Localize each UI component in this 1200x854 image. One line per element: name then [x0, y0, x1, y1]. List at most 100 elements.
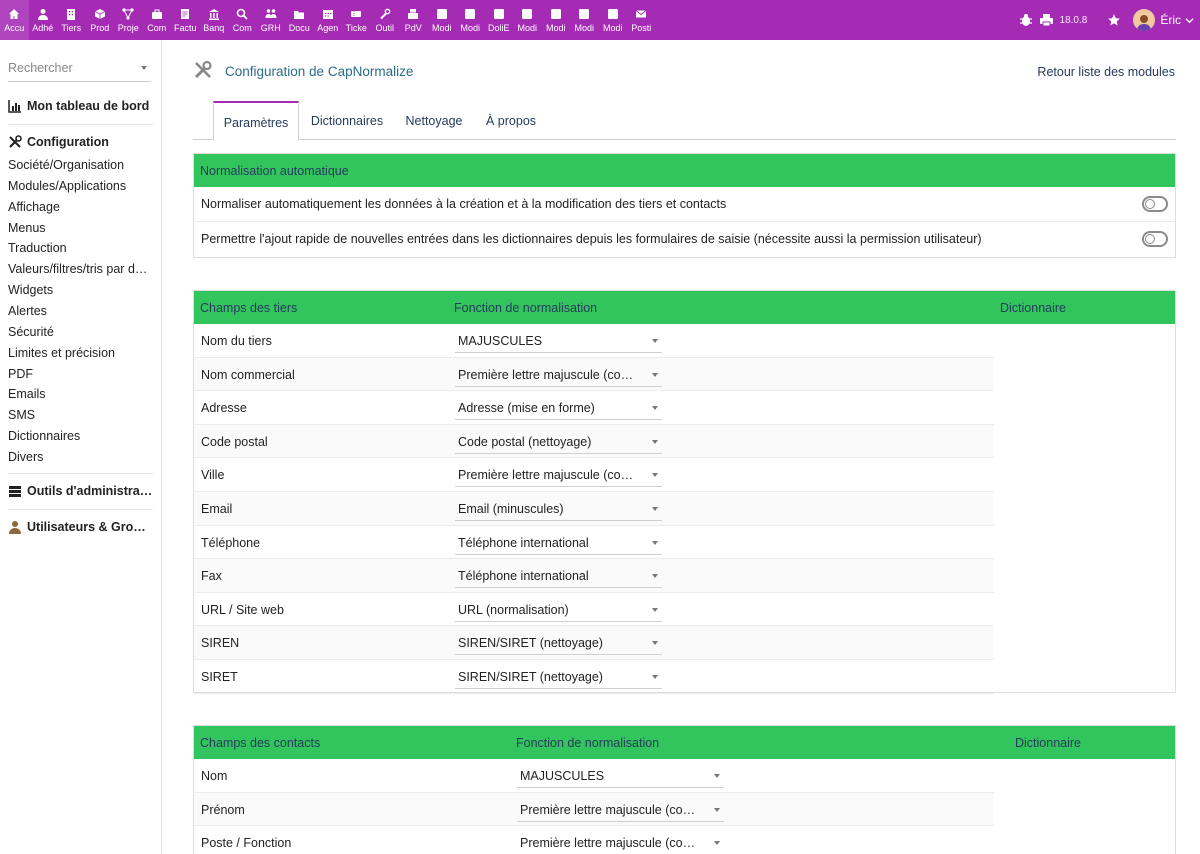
topmenu-item[interactable]: Prod [86, 0, 115, 40]
topmenu-item[interactable]: Ticke [342, 0, 371, 40]
normalisation-function-select[interactable]: SIREN/SIRET (nettoyage) [455, 632, 662, 656]
table-row: Nom du tiers MAJUSCULES [194, 324, 994, 358]
sidebar-separator [8, 124, 153, 125]
user-menu[interactable]: Éric [1133, 9, 1194, 31]
sidebar-config-item[interactable]: Modules/Applications [8, 179, 153, 193]
contact-fields-table: Champs des contacts Fonction de normalis… [193, 725, 1176, 854]
cash-register-icon [408, 9, 419, 19]
normalisation-function-select[interactable]: Première lettre majuscule (composés) [455, 364, 662, 387]
topmenu-item[interactable]: Adhé [29, 0, 58, 40]
sidebar-config-item[interactable]: Valeurs/filtres/tris par défaut [8, 262, 153, 276]
module-icon [465, 9, 476, 19]
toggle-switch[interactable] [1142, 231, 1168, 247]
tab-nettoyage[interactable]: Nettoyage [397, 101, 471, 140]
topmenu-item[interactable]: Modi [570, 0, 599, 40]
sidebar-config-item[interactable]: PDF [8, 367, 153, 381]
topmenu-item[interactable]: Outil [371, 0, 400, 40]
calendar-icon [322, 10, 333, 19]
back-to-modules-link[interactable]: Retour liste des modules [1037, 65, 1175, 79]
member-icon [37, 9, 48, 20]
normalisation-function-select[interactable]: MAJUSCULES [517, 765, 724, 788]
module-icon [607, 9, 618, 19]
sidebar-config-item[interactable]: Sécurité [8, 325, 153, 339]
tools-icon [194, 60, 212, 79]
field-label: Ville [201, 468, 225, 483]
topmenu-item[interactable]: Com [143, 0, 172, 40]
star-icon[interactable] [1107, 13, 1121, 27]
tab-parametres[interactable]: Paramètres [213, 101, 299, 141]
topmenu-label: Modi [431, 23, 452, 33]
normalisation-function-select[interactable]: Email (minuscules) [455, 498, 662, 521]
topmenu-item[interactable]: GRH [257, 0, 286, 40]
table-row: Poste / Fonction Première lettre majuscul… [194, 826, 994, 854]
topmenu-item[interactable]: Com [228, 0, 257, 40]
topmenu-item[interactable]: DoliE [485, 0, 514, 40]
select-value: Première lettre majuscule (composés) [458, 367, 643, 382]
normalisation-function-select[interactable]: Première lettre majuscule (composés) [455, 464, 662, 488]
tab-a-propos[interactable]: À propos [477, 101, 545, 140]
normalisation-function-select[interactable]: URL (normalisation) [455, 599, 662, 622]
topmenu-item[interactable]: Tiers [57, 0, 86, 40]
dropdown-arrow-icon [714, 841, 720, 846]
sidebar-config-item[interactable]: Affichage [8, 200, 153, 214]
normalisation-function-select[interactable]: MAJUSCULES [455, 330, 662, 353]
sidebar-admin-tools[interactable]: Outils d'administration [8, 484, 153, 498]
topmenu-item[interactable]: PdV [399, 0, 428, 40]
field-label: SIRET [201, 669, 238, 684]
topmenu-item[interactable]: Modi [599, 0, 628, 40]
topmenu-item[interactable]: Banq [200, 0, 229, 40]
dropdown-arrow-icon [652, 339, 658, 343]
topmenu-item[interactable]: Accu [0, 0, 29, 40]
select-value: Adresse (mise en forme) [458, 401, 595, 416]
search-select[interactable]: Rechercher [8, 54, 151, 82]
normalisation-function-select[interactable]: Adresse (mise en forme) [455, 397, 662, 421]
topmenu-item[interactable]: Docu [285, 0, 314, 40]
sidebar-users-groups[interactable]: Utilisateurs & Groupes [8, 520, 153, 534]
normalisation-function-select[interactable]: Première lettre majuscule (composés) [517, 799, 724, 822]
topmenu-item[interactable]: Modi [456, 0, 485, 40]
sidebar-config-item[interactable]: SMS [8, 408, 153, 422]
dropdown-arrow-icon [652, 607, 658, 612]
sidebar-config-item[interactable]: Emails [8, 387, 153, 401]
table-row: Nom commercial Première lettre majuscule … [194, 357, 994, 392]
select-value: SIREN/SIRET (nettoyage) [458, 636, 603, 651]
project-icon [122, 8, 134, 20]
topmenu-item[interactable]: Proje [114, 0, 143, 40]
normalisation-function-select[interactable]: SIREN/SIRET (nettoyage) [455, 666, 662, 689]
sidebar-config-item[interactable]: Dictionnaires [8, 429, 153, 443]
dropdown-arrow-icon [652, 439, 658, 444]
sidebar-config-item[interactable]: Menus [8, 221, 153, 235]
sidebar-config-item[interactable]: Traduction [8, 241, 153, 255]
sidebar-configuration[interactable]: Configuration [8, 135, 153, 149]
topmenu-label: Agen [317, 23, 339, 33]
field-label: Nom [201, 769, 228, 783]
sidebar-config-item[interactable]: Divers [8, 450, 153, 464]
top-menu: Accu Adhé Tiers Prod Proje Com Factu Banq Com GRH… [0, 0, 656, 40]
normalisation-function-select[interactable]: Code postal (nettoyage) [455, 431, 662, 454]
topmenu-item[interactable]: Modi [513, 0, 542, 40]
sidebar-config-item[interactable]: Limites et précision [8, 346, 153, 360]
bug-icon[interactable] [1019, 13, 1033, 27]
normalisation-function-select[interactable]: Téléphone international [455, 532, 662, 555]
topmenu-item[interactable]: Agen [314, 0, 343, 40]
sidebar-config-item[interactable]: Société/Organisation [8, 158, 153, 172]
sidebar-dashboard[interactable]: Mon tableau de bord [8, 99, 153, 113]
topmenu-label: GRH [260, 23, 281, 33]
dropdown-arrow-icon [652, 406, 658, 411]
sidebar-config-item[interactable]: Widgets [8, 283, 153, 297]
tab-dictionnaires[interactable]: Dictionnaires [303, 101, 391, 140]
table-row: SIREN SIREN/SIRET (nettoyage) [194, 626, 994, 660]
normalisation-function-select[interactable]: Première lettre majuscule (composés) [517, 832, 724, 854]
topmenu-item[interactable]: Modi [542, 0, 571, 40]
topmenu-item[interactable]: Posti [627, 0, 656, 40]
normalisation-function-select[interactable]: Téléphone international [455, 565, 662, 589]
select-value: Téléphone international [458, 569, 589, 584]
search-placeholder: Rechercher [8, 61, 73, 75]
topmenu-item[interactable]: Modi [428, 0, 457, 40]
printer-icon[interactable] [1039, 13, 1054, 27]
toggle-switch[interactable] [1142, 196, 1168, 212]
sidebar-config-item[interactable]: Alertes [8, 304, 153, 318]
table-row: Ville Première lettre majuscule (composés… [194, 458, 994, 492]
topmenu-item[interactable]: Factu [171, 0, 200, 40]
dropdown-arrow-icon [714, 807, 720, 812]
